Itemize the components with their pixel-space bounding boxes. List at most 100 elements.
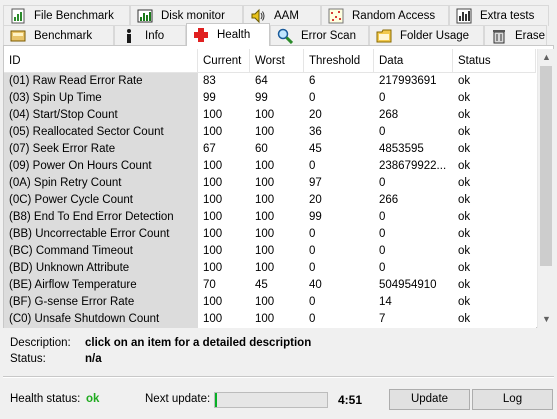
cell-status: ok — [458, 228, 471, 240]
cell-current: 100 — [203, 228, 223, 240]
column-header-id[interactable]: ID — [4, 49, 198, 72]
table-row[interactable]: (B8) End To End Error Detection 100 100 99 0… — [4, 209, 536, 226]
table-row[interactable]: (C0) Unsafe Shutdown Count 100 100 0 7 ok — [4, 311, 536, 328]
table-row[interactable]: (BC) Command Timeout 100 100 0 0 ok — [4, 243, 536, 260]
tab-benchmark[interactable]: Benchmark — [3, 25, 114, 46]
table-row[interactable]: (0A) Spin Retry Count 100 100 97 0 ok — [4, 175, 536, 192]
cell-worst: 100 — [255, 245, 275, 257]
tab-file-benchmark[interactable]: File Benchmark — [3, 5, 130, 26]
tab-erase[interactable]: Erase — [484, 25, 547, 46]
cell-id: (BB) Uncorrectable Error Count — [4, 226, 198, 243]
column-header-worst[interactable]: Worst — [250, 49, 304, 72]
smart-attributes-table[interactable]: ID Current Worst Threshold Data Status (… — [4, 49, 536, 328]
cell-worst: 100 — [255, 160, 275, 172]
cell-current: 100 — [203, 313, 223, 325]
cell-status: ok — [458, 296, 471, 308]
tab-label: Error Scan — [301, 30, 356, 42]
cell-threshold: 20 — [309, 109, 322, 121]
cell-id: (0C) Power Cycle Count — [4, 192, 198, 209]
cell-data: 0 — [379, 245, 386, 257]
cell-status: ok — [458, 177, 471, 189]
description-label: Description: — [10, 337, 71, 349]
tab-info[interactable]: Info — [114, 25, 186, 46]
cell-current: 100 — [203, 262, 223, 274]
next-update-progress-bar — [214, 392, 328, 408]
tab-label: Benchmark — [34, 30, 93, 42]
cell-current: 83 — [203, 75, 216, 87]
tab-random-access[interactable]: Random Access — [321, 5, 449, 26]
speaker-icon — [250, 8, 266, 24]
scroll-down-arrow-icon[interactable]: ▼ — [538, 311, 555, 328]
cell-threshold: 99 — [309, 211, 322, 223]
info-icon — [121, 28, 137, 44]
tab-health[interactable]: Health — [186, 23, 270, 46]
column-header-threshold[interactable]: Threshold — [304, 49, 374, 72]
tab-label: Health — [217, 29, 251, 41]
scroll-thumb[interactable] — [540, 66, 552, 266]
cell-threshold: 0 — [309, 296, 316, 308]
table-row[interactable]: (0C) Power Cycle Count 100 100 20 266 ok — [4, 192, 536, 209]
table-row[interactable]: (BE) Airflow Temperature 70 45 40 504954910 o… — [4, 277, 536, 294]
cell-worst: 100 — [255, 177, 275, 189]
cell-worst: 100 — [255, 313, 275, 325]
cell-current: 100 — [203, 109, 223, 121]
column-header-data[interactable]: Data — [374, 49, 453, 72]
tab-extra-tests[interactable]: Extra tests — [449, 5, 549, 26]
cell-worst: 100 — [255, 211, 275, 223]
vertical-scrollbar[interactable]: ▲ ▼ — [537, 49, 554, 328]
scroll-up-arrow-icon[interactable]: ▲ — [538, 49, 555, 66]
cell-status: ok — [458, 109, 471, 121]
table-row[interactable]: (09) Power On Hours Count 100 100 0 23867992… — [4, 158, 536, 175]
cell-data: 266 — [379, 194, 399, 206]
next-update-timer: 4:51 — [338, 393, 363, 407]
cell-data: 0 — [379, 177, 386, 189]
cell-id: (C0) Unsafe Shutdown Count — [4, 311, 198, 328]
column-header-status[interactable]: Status — [453, 49, 536, 72]
tab-label: Info — [145, 30, 165, 42]
magnifier-icon — [277, 28, 294, 45]
cell-threshold: 6 — [309, 75, 316, 87]
cell-worst: 45 — [255, 279, 268, 291]
cell-threshold: 97 — [309, 177, 322, 189]
cell-threshold: 45 — [309, 143, 322, 155]
tab-row-bottom: Benchmark Info Health Error Scan Folder … — [3, 23, 547, 46]
log-button[interactable]: Log — [472, 389, 553, 410]
table-row[interactable]: (05) Reallocated Sector Count 100 100 36 0 ok — [4, 124, 536, 141]
table-row[interactable]: (03) Spin Up Time 99 99 0 0 ok — [4, 90, 536, 107]
cell-data: 238679922... — [379, 160, 447, 172]
file-benchmark-icon — [10, 8, 26, 24]
benchmark-icon — [10, 28, 26, 44]
table-row[interactable]: (BB) Uncorrectable Error Count 100 100 0 0 ok — [4, 226, 536, 243]
cell-current: 99 — [203, 92, 216, 104]
cell-status: ok — [458, 126, 471, 138]
cell-status: ok — [458, 160, 471, 172]
cell-current: 70 — [203, 279, 216, 291]
tab-label: Extra tests — [480, 10, 535, 22]
table-row[interactable]: (04) Start/Stop Count 100 100 20 268 ok — [4, 107, 536, 124]
tab-label: Erase — [515, 30, 546, 42]
tab-error-scan[interactable]: Error Scan — [270, 25, 369, 46]
disk-monitor-icon — [137, 8, 153, 24]
cell-id: (05) Reallocated Sector Count — [4, 124, 198, 141]
trash-icon — [491, 28, 507, 44]
folder-icon — [376, 28, 392, 44]
cell-threshold: 36 — [309, 126, 322, 138]
cell-threshold: 0 — [309, 313, 316, 325]
column-header-current[interactable]: Current — [198, 49, 250, 72]
health-status-value: ok — [86, 393, 100, 405]
cell-data: 268 — [379, 109, 399, 121]
table-row[interactable]: (BF) G-sense Error Rate 100 100 0 14 ok — [4, 294, 536, 311]
cell-threshold: 40 — [309, 279, 322, 291]
cell-worst: 64 — [255, 75, 268, 87]
table-row[interactable]: (01) Raw Read Error Rate 83 64 6 217993691 ok — [4, 73, 536, 90]
cell-current: 67 — [203, 143, 216, 155]
cell-status: ok — [458, 313, 471, 325]
cell-worst: 100 — [255, 228, 275, 240]
update-button[interactable]: Update — [389, 389, 470, 410]
cell-id: (03) Spin Up Time — [4, 90, 198, 107]
cell-id: (B8) End To End Error Detection — [4, 209, 198, 226]
table-row[interactable]: (07) Seek Error Rate 67 60 45 4853595 ok — [4, 141, 536, 158]
tab-folder-usage[interactable]: Folder Usage — [369, 25, 484, 46]
tab-label: Folder Usage — [400, 30, 470, 42]
table-row[interactable]: (BD) Unknown Attribute 100 100 0 0 ok — [4, 260, 536, 277]
